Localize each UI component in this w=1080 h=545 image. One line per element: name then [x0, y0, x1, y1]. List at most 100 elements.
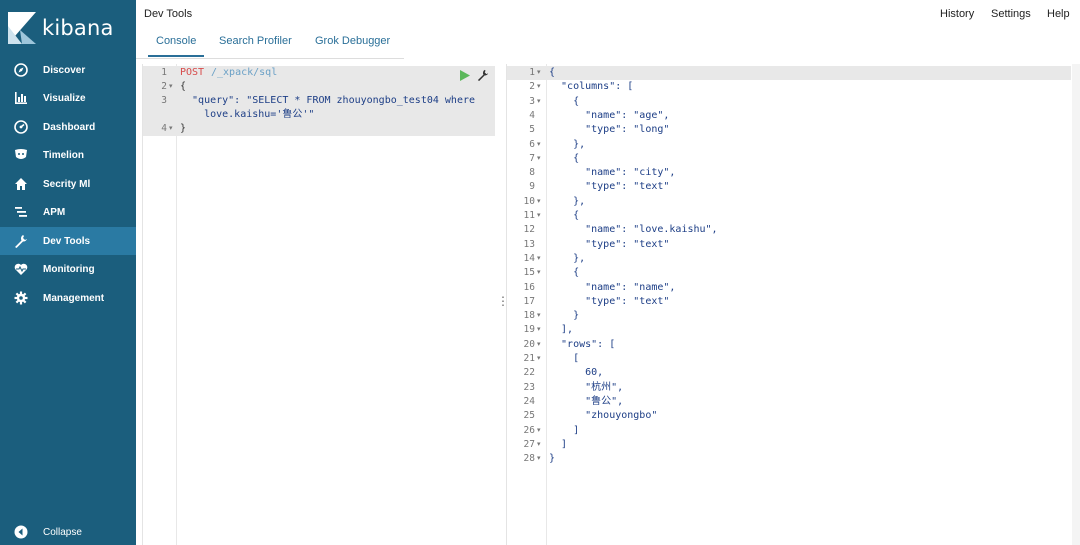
- fold-arrow-icon[interactable]: ▾: [537, 438, 541, 452]
- fold-arrow-icon[interactable]: ▾: [537, 266, 541, 280]
- nav-label: Discover: [43, 64, 86, 76]
- compass-icon: [13, 62, 29, 78]
- line-number: 28: [523, 453, 535, 465]
- fold-arrow-icon[interactable]: ▾: [537, 209, 541, 223]
- line-number: 19: [523, 324, 535, 336]
- nav-item-dashboard[interactable]: Dashboard: [0, 113, 136, 141]
- collapse-button[interactable]: Collapse: [0, 518, 136, 545]
- request-method: POST: [180, 67, 205, 78]
- line-number: 15: [523, 267, 535, 279]
- nav-item-dev-tools[interactable]: Dev Tools: [0, 227, 136, 255]
- line-number: 7: [529, 152, 535, 164]
- line-number: 27: [523, 438, 535, 450]
- nav-label: Secrity Ml: [43, 178, 91, 190]
- response-viewer[interactable]: 1 ▾{2 ▾ "columns": [3 ▾ {4 "name": "age", 5 …: [506, 64, 1072, 545]
- fold-arrow-icon[interactable]: ▾: [169, 80, 173, 94]
- line-number: 21: [523, 353, 535, 364]
- response-line: "type": "text": [549, 295, 670, 307]
- brand[interactable]: kibana: [0, 0, 136, 58]
- response-line: "鲁公",: [549, 395, 624, 407]
- fold-arrow-icon[interactable]: ▾: [537, 80, 541, 94]
- nav-item-management[interactable]: Management: [0, 284, 136, 312]
- collapse-arrow-icon: [13, 524, 29, 540]
- tabs-divider: [136, 58, 404, 59]
- settings-link[interactable]: Settings: [991, 8, 1031, 20]
- history-link[interactable]: History: [940, 8, 974, 20]
- request-editor[interactable]: 1 2 ▾ 3 4 ▾ POST /_xpack/sql { "query": …: [142, 64, 496, 545]
- shield-icon: [13, 147, 29, 163]
- sidebar: kibana Discover Visualize Dashboard Time…: [0, 0, 136, 545]
- nav-label: Visualize: [43, 92, 86, 104]
- fold-arrow-icon[interactable]: ▾: [537, 424, 541, 438]
- response-line: {: [549, 95, 580, 107]
- nav-item-monitoring[interactable]: Monitoring: [0, 255, 136, 283]
- fold-arrow-icon[interactable]: ▾: [537, 452, 541, 466]
- response-line: [: [549, 353, 580, 364]
- request-line: love.kaishu='鲁公'": [180, 109, 315, 120]
- line-number: 11: [523, 210, 535, 221]
- nav-label: Dashboard: [43, 121, 96, 133]
- request-line: }: [180, 123, 187, 134]
- line-number: 1: [161, 67, 167, 78]
- response-line: {: [549, 152, 580, 164]
- fold-arrow-icon[interactable]: ▾: [537, 338, 541, 352]
- nav-label: APM: [43, 206, 66, 218]
- response-line: "type": "text": [549, 238, 670, 250]
- tab-grok-debugger[interactable]: Grok Debugger: [315, 35, 390, 47]
- line-number: 18: [523, 310, 535, 322]
- response-line: ]: [549, 438, 568, 450]
- nav-item-visualize[interactable]: Visualize: [0, 84, 136, 112]
- fold-arrow-icon[interactable]: ▾: [169, 122, 173, 136]
- line-number: 6: [529, 138, 535, 150]
- nav-item-secrity-ml[interactable]: Secrity Ml: [0, 170, 136, 198]
- brand-name: kibana: [42, 16, 114, 40]
- wrench-icon: [13, 233, 29, 249]
- response-line: "name": "love.kaishu",: [549, 224, 718, 236]
- response-line: 60,: [549, 367, 604, 379]
- line-number: 3: [161, 95, 167, 106]
- line-number: 4: [161, 123, 167, 134]
- fold-arrow-icon[interactable]: ▾: [537, 152, 541, 166]
- response-line: {: [549, 267, 580, 279]
- scrollbar[interactable]: [1072, 64, 1080, 545]
- fold-arrow-icon[interactable]: ▾: [537, 309, 541, 323]
- response-line: "type": "long": [549, 124, 670, 136]
- line-number: 16: [523, 281, 535, 293]
- nav-label: Timelion: [43, 149, 84, 161]
- response-line: }: [549, 453, 556, 465]
- line-number: 10: [523, 195, 535, 207]
- request-gutter: [143, 64, 177, 545]
- nav-item-timelion[interactable]: Timelion: [0, 141, 136, 169]
- fold-arrow-icon[interactable]: ▾: [537, 352, 541, 366]
- collapse-label: Collapse: [43, 526, 82, 538]
- tab-console[interactable]: Console: [156, 35, 196, 47]
- top-header: Dev Tools History Settings Help Console …: [136, 0, 1080, 60]
- nav-item-apm[interactable]: APM: [0, 198, 136, 226]
- response-line: "columns": [: [549, 81, 634, 93]
- response-line: "杭州",: [549, 381, 624, 393]
- fold-arrow-icon[interactable]: ▾: [537, 95, 541, 109]
- tab-search-profiler[interactable]: Search Profiler: [219, 35, 292, 47]
- line-number: 23: [523, 381, 535, 393]
- fold-arrow-icon[interactable]: ▾: [537, 323, 541, 337]
- response-line: "zhouyongbo": [549, 410, 658, 422]
- line-number: 9: [529, 181, 535, 193]
- fold-arrow-icon[interactable]: ▾: [537, 66, 541, 80]
- response-line: "type": "text": [549, 181, 670, 193]
- fold-arrow-icon[interactable]: ▾: [537, 252, 541, 266]
- line-number: 8: [529, 167, 535, 179]
- help-link[interactable]: Help: [1047, 8, 1070, 20]
- nav-label: Monitoring: [43, 263, 95, 275]
- line-number: 1: [529, 67, 535, 78]
- fold-arrow-icon[interactable]: ▾: [537, 138, 541, 152]
- request-actions-wrench-icon[interactable]: [477, 68, 489, 86]
- send-request-play-icon[interactable]: [459, 68, 470, 86]
- fold-arrow-icon[interactable]: ▾: [537, 195, 541, 209]
- line-number: 25: [523, 410, 535, 422]
- nav-item-discover[interactable]: Discover: [0, 56, 136, 84]
- line-number: 5: [529, 124, 535, 136]
- nav-label: Management: [43, 292, 105, 304]
- line-number: 2: [529, 81, 535, 93]
- response-line: {: [549, 67, 556, 78]
- line-number: 20: [523, 338, 535, 350]
